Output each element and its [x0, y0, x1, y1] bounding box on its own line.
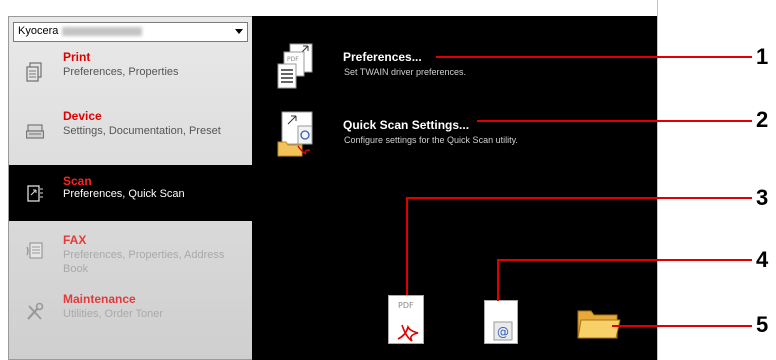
- callout-line-3-vertical: [406, 197, 408, 295]
- chevron-down-icon[interactable]: [235, 29, 243, 34]
- preferences-document-icon: PDF: [277, 43, 313, 89]
- sidebar-item-print[interactable]: Print Preferences, Properties: [9, 50, 252, 96]
- sidebar-item-desc: Settings, Documentation, Preset: [63, 125, 221, 137]
- sidebar-item-title: FAX: [63, 233, 87, 247]
- window-border: [657, 0, 658, 360]
- sidebar-item-desc: Utilities, Order Toner: [63, 308, 164, 320]
- quick-scan-settings-entry[interactable]: Quick Scan Settings... Configure setting…: [276, 110, 646, 160]
- sidebar-item-maintenance[interactable]: Maintenance Utilities, Order Toner: [9, 292, 252, 332]
- fax-icon: [26, 242, 43, 259]
- sidebar-item-title: Print: [63, 50, 91, 64]
- callout-line-4: [497, 259, 752, 261]
- sidebar-item-desc: Preferences, Properties: [63, 66, 179, 78]
- sidebar-item-fax[interactable]: FAX Preferences, Properties, Address Boo…: [9, 233, 252, 277]
- printer-device-icon: [26, 124, 44, 139]
- svg-text:@: @: [497, 325, 509, 339]
- callout-number-4: 4: [756, 247, 769, 272]
- preferences-description: Set TWAIN driver preferences.: [344, 67, 467, 77]
- sidebar-item-title: Scan: [63, 174, 92, 188]
- callout-number-1: 1: [756, 44, 769, 69]
- quick-scan-folder-button[interactable]: [577, 306, 621, 340]
- tools-icon: [27, 302, 44, 320]
- device-select-value: Kyocera: [18, 25, 59, 37]
- quick-scan-settings-description: Configure settings for the Quick Scan ut…: [344, 135, 518, 145]
- callout-line-1: [436, 56, 752, 58]
- sidebar-item-desc: Preferences, Properties, Address Book: [63, 249, 225, 275]
- quick-scan-settings-title: Quick Scan Settings...: [343, 118, 470, 132]
- callout-line-5: [612, 325, 752, 327]
- callout-line-2: [477, 120, 752, 122]
- preferences-entry[interactable]: PDF Preferences... Set TWAIN driver pref…: [276, 42, 646, 92]
- scan-icon: [27, 185, 43, 202]
- pdf-label: PDF: [398, 301, 414, 310]
- sidebar-item-scan[interactable]: Scan Preferences, Quick Scan: [9, 165, 252, 221]
- quick-scan-pdf-button[interactable]: PDF: [388, 295, 424, 344]
- quick-scan-settings-icon: [277, 111, 313, 157]
- kyocera-client-tool-window: Kyocera Print Preferences, Properties De…: [0, 0, 776, 360]
- callout-number-3: 3: [756, 185, 769, 210]
- sidebar-item-title: Device: [63, 109, 102, 123]
- sidebar: Kyocera Print Preferences, Properties De…: [8, 16, 252, 360]
- sidebar-item-desc: Preferences, Quick Scan: [63, 188, 185, 200]
- callout-number-2: 2: [756, 107, 769, 132]
- device-select[interactable]: Kyocera: [13, 22, 248, 42]
- callout-number-5: 5: [756, 312, 769, 337]
- sidebar-item-title: Maintenance: [63, 292, 136, 306]
- preferences-title: Preferences...: [343, 50, 422, 64]
- callout-line-3: [406, 197, 752, 199]
- quick-scan-email-button[interactable]: @: [484, 300, 518, 344]
- print-icon: [26, 62, 42, 82]
- scan-panel: PDF Preferences... Set TWAIN driver pref…: [252, 16, 657, 360]
- sidebar-item-device[interactable]: Device Settings, Documentation, Preset: [9, 109, 252, 159]
- redacted-model-name: [62, 26, 143, 36]
- callout-line-4-vertical: [497, 259, 499, 301]
- svg-text:PDF: PDF: [287, 56, 299, 63]
